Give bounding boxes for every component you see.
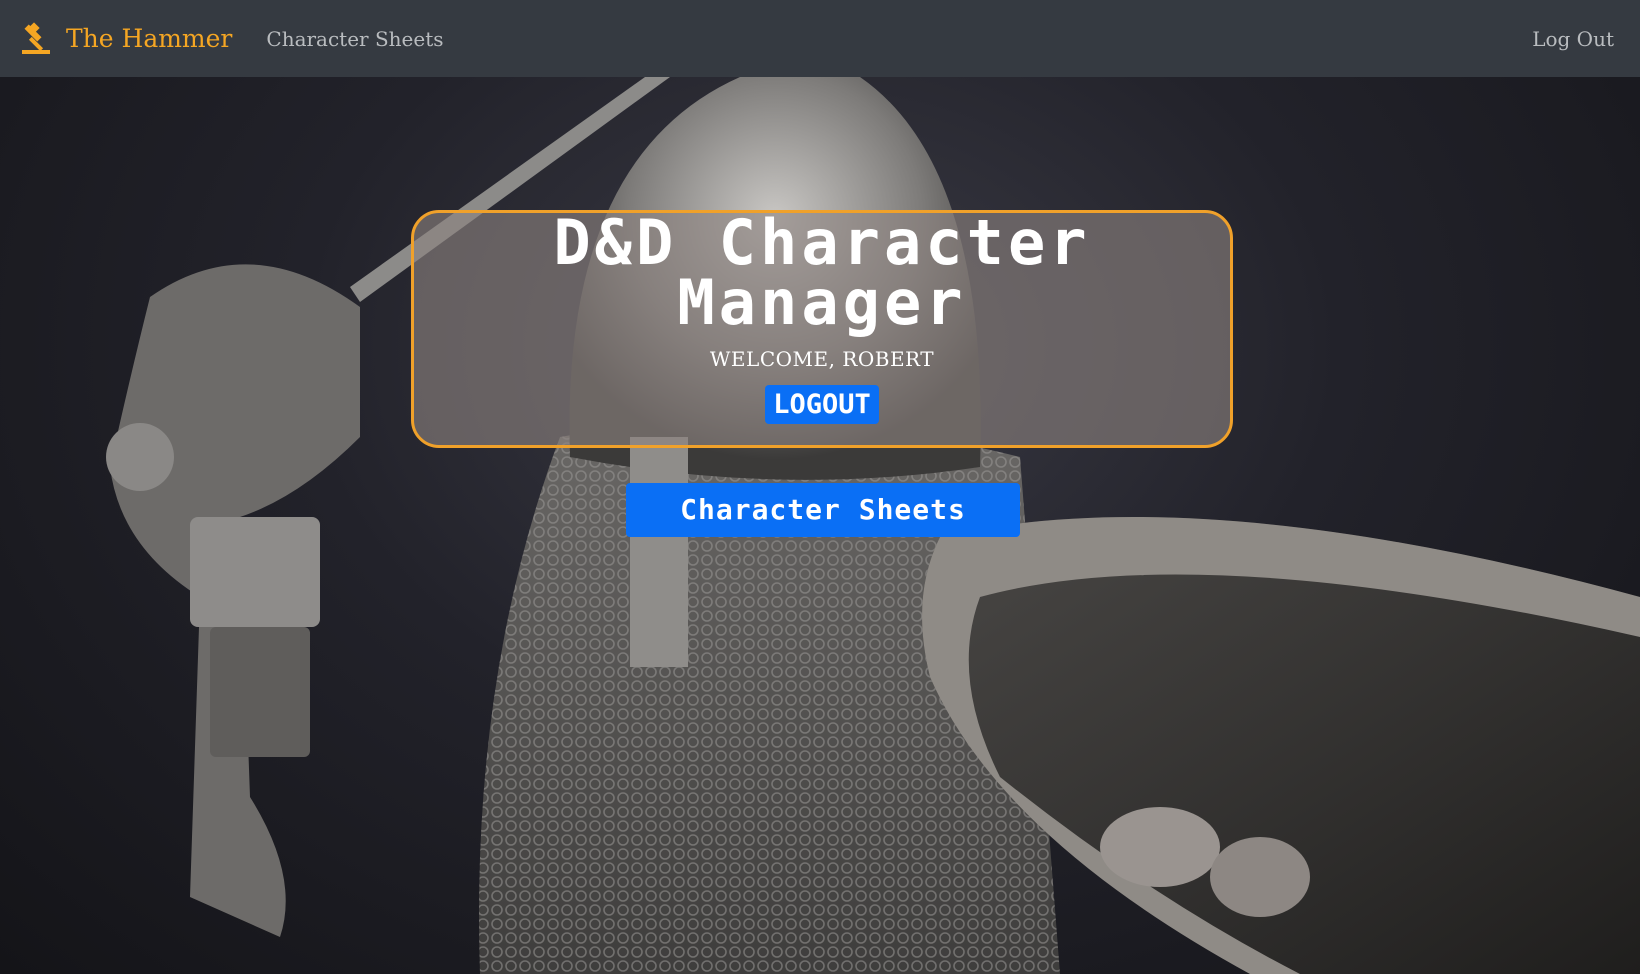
brand-link[interactable]: The Hammer <box>20 21 233 56</box>
nav-link-character-sheets[interactable]: Character Sheets <box>266 27 443 51</box>
welcome-message: WELCOME, ROBERT <box>709 347 935 371</box>
character-sheets-button[interactable]: Character Sheets <box>626 483 1020 537</box>
hero-section: D&D Character Manager WELCOME, ROBERT LO… <box>0 77 1640 974</box>
logout-button[interactable]: LOGOUT <box>765 385 879 424</box>
welcome-card: D&D Character Manager WELCOME, ROBERT LO… <box>411 210 1233 448</box>
gavel-icon <box>22 21 50 54</box>
page-title: D&D Character Manager <box>553 206 1091 339</box>
brand-name: The Hammer <box>66 24 233 53</box>
nav-link-log-out[interactable]: Log Out <box>1532 27 1614 51</box>
top-navbar: The Hammer Character Sheets Log Out <box>0 0 1640 77</box>
